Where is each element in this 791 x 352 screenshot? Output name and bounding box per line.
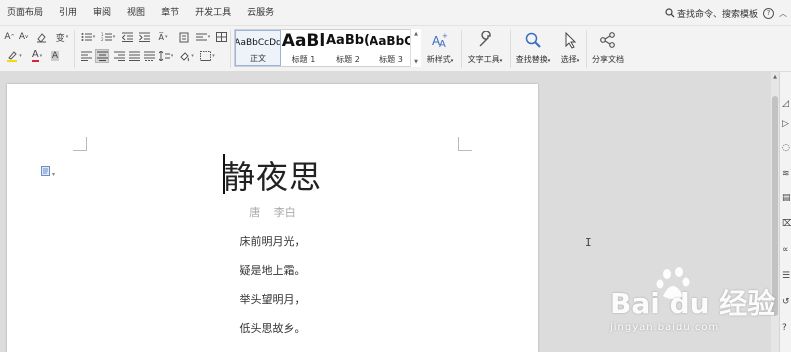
- menu-tab-bar: 页面布局 引用 审阅 视图 章节 开发工具 云服务 查找命令、搜索模板 ? ︿: [0, 0, 791, 26]
- share-doc-button[interactable]: 分享文档: [589, 29, 627, 65]
- ribbon-toolbar: A ^ Av 变 ▾ ▾ A ▾ A ▾ 1 2 ▾ A̅ ▾ ▾ ▾ ▾ ▾ …: [0, 26, 791, 72]
- styles-gallery-scroll[interactable]: ▲ ▼: [410, 29, 421, 67]
- font-grow-icon[interactable]: A ^: [4, 31, 15, 43]
- scroll-up-icon[interactable]: ▲: [414, 31, 418, 37]
- command-search[interactable]: 查找命令、搜索模板: [665, 7, 758, 20]
- align-center-icon[interactable]: [95, 49, 109, 63]
- ribbon-separator: [586, 30, 587, 68]
- ribbon-separator: [510, 30, 511, 68]
- wrench-icon: [476, 29, 494, 51]
- borders-icon[interactable]: ▾: [199, 50, 216, 62]
- style-heading-1[interactable]: AaBl 标题 1: [281, 30, 326, 66]
- table-grid-icon[interactable]: [215, 31, 227, 43]
- poem-line[interactable]: 疑是地上霜。: [7, 262, 538, 278]
- paragraph-spacing-icon[interactable]: ▾: [158, 50, 174, 62]
- magnifier-icon: [524, 29, 542, 51]
- poem-line[interactable]: 低头思故乡。: [7, 320, 538, 336]
- text-tools-button[interactable]: 文字工具▾: [464, 29, 506, 65]
- svg-text:A: A: [439, 39, 446, 49]
- watermark-url: jingyan.baidu.com: [610, 322, 720, 333]
- find-replace-button[interactable]: 查找替换▾: [514, 29, 552, 65]
- doc-pane-icon[interactable]: ▤: [782, 192, 791, 204]
- style-pane-icon[interactable]: ◿: [782, 98, 791, 110]
- styles-gallery: AaBbCcDd 正文 AaBl 标题 1 AaBb( 标题 2 AaBbC 标…: [234, 29, 421, 67]
- increase-indent-icon[interactable]: [138, 31, 150, 43]
- share-icon: [599, 29, 617, 51]
- baidu-jingyan-watermark: Bai du 经验 jingyan.baidu.com: [600, 266, 790, 346]
- tab-view[interactable]: 视图: [119, 0, 153, 26]
- margin-corner-mark: [73, 137, 87, 151]
- cursor-arrow-icon: [561, 29, 579, 51]
- collapse-ribbon-icon[interactable]: ︿: [779, 8, 787, 19]
- phonetic-guide-icon[interactable]: 变 ▾: [52, 31, 72, 44]
- distributed-align-icon[interactable]: [143, 50, 155, 62]
- command-search-label: 查找命令、搜索模板: [676, 9, 758, 20]
- watermark-brand: Bai du 经验: [610, 287, 776, 320]
- poem-author[interactable]: 唐 李白: [7, 204, 538, 220]
- tab-review[interactable]: 审阅: [85, 0, 119, 26]
- decrease-indent-icon[interactable]: [121, 31, 133, 43]
- poem-line[interactable]: 举头望明月，: [7, 291, 538, 307]
- numbered-list-icon[interactable]: 1 2 ▾: [100, 31, 116, 43]
- shape-pane-icon[interactable]: ◌: [782, 142, 791, 154]
- char-shading-icon[interactable]: A: [49, 50, 61, 62]
- bullet-list-icon[interactable]: ▾: [80, 31, 96, 43]
- svg-text:+: +: [442, 32, 448, 40]
- ribbon-separator: [461, 30, 462, 68]
- clear-format-icon[interactable]: [35, 31, 47, 43]
- line-spacing-icon[interactable]: ▾: [195, 31, 211, 43]
- translate-pane-icon[interactable]: ⌧: [782, 218, 791, 230]
- tab-chapter[interactable]: 章节: [153, 0, 187, 26]
- ribbon-separator: [74, 30, 75, 68]
- help-button[interactable]: ?: [763, 7, 774, 19]
- tabbar-right: 查找命令、搜索模板 ? ︿: [665, 0, 787, 26]
- settings-pane-icon[interactable]: ≋: [782, 168, 791, 180]
- poem-title[interactable]: 静夜思: [7, 152, 538, 198]
- justify-icon[interactable]: [128, 50, 140, 62]
- svg-text:2: 2: [101, 37, 104, 42]
- style-heading-3[interactable]: AaBbC 标题 3: [370, 30, 412, 66]
- font-color-icon[interactable]: A ▾: [27, 50, 47, 62]
- new-style-button[interactable]: A A + 新样式▾: [422, 29, 458, 65]
- select-pane-icon[interactable]: ▷: [782, 118, 791, 130]
- new-style-icon: A A +: [431, 29, 449, 51]
- poem-line[interactable]: 床前明月光，: [7, 233, 538, 249]
- highlight-color-icon[interactable]: ▾: [4, 50, 24, 62]
- document-page[interactable]: ▾ 静夜思 唐 李白 床前明月光， 疑是地上霜。 举头望明月， 低头思故乡。: [7, 84, 538, 352]
- share-pane-icon[interactable]: ∝: [782, 244, 791, 256]
- style-heading-2[interactable]: AaBb( 标题 2: [326, 30, 370, 66]
- align-left-icon[interactable]: [80, 50, 92, 62]
- ibeam-cursor-icon: I: [585, 236, 592, 249]
- scroll-up-icon[interactable]: ▲: [771, 74, 779, 80]
- tab-cloud-services[interactable]: 云服务: [239, 0, 282, 26]
- search-icon: [665, 8, 675, 18]
- tab-references[interactable]: 引用: [51, 0, 85, 26]
- margin-corner-mark: [458, 137, 472, 151]
- show-marks-icon[interactable]: [178, 31, 190, 43]
- scroll-down-icon[interactable]: ▼: [414, 59, 418, 65]
- style-normal[interactable]: AaBbCcDd 正文: [235, 30, 281, 66]
- align-right-icon[interactable]: [113, 50, 125, 62]
- font-shrink-icon[interactable]: Av: [18, 31, 29, 43]
- ribbon-separator: [230, 30, 231, 68]
- tab-page-layout[interactable]: 页面布局: [4, 0, 51, 26]
- select-button[interactable]: 选择▾: [556, 29, 584, 65]
- menu-tabs: 页面布局 引用 审阅 视图 章节 开发工具 云服务: [0, 0, 282, 26]
- shading-icon[interactable]: ▾: [178, 50, 195, 62]
- tab-developer-tools[interactable]: 开发工具: [187, 0, 239, 26]
- chinese-layout-icon[interactable]: A̅ ▾: [154, 31, 172, 43]
